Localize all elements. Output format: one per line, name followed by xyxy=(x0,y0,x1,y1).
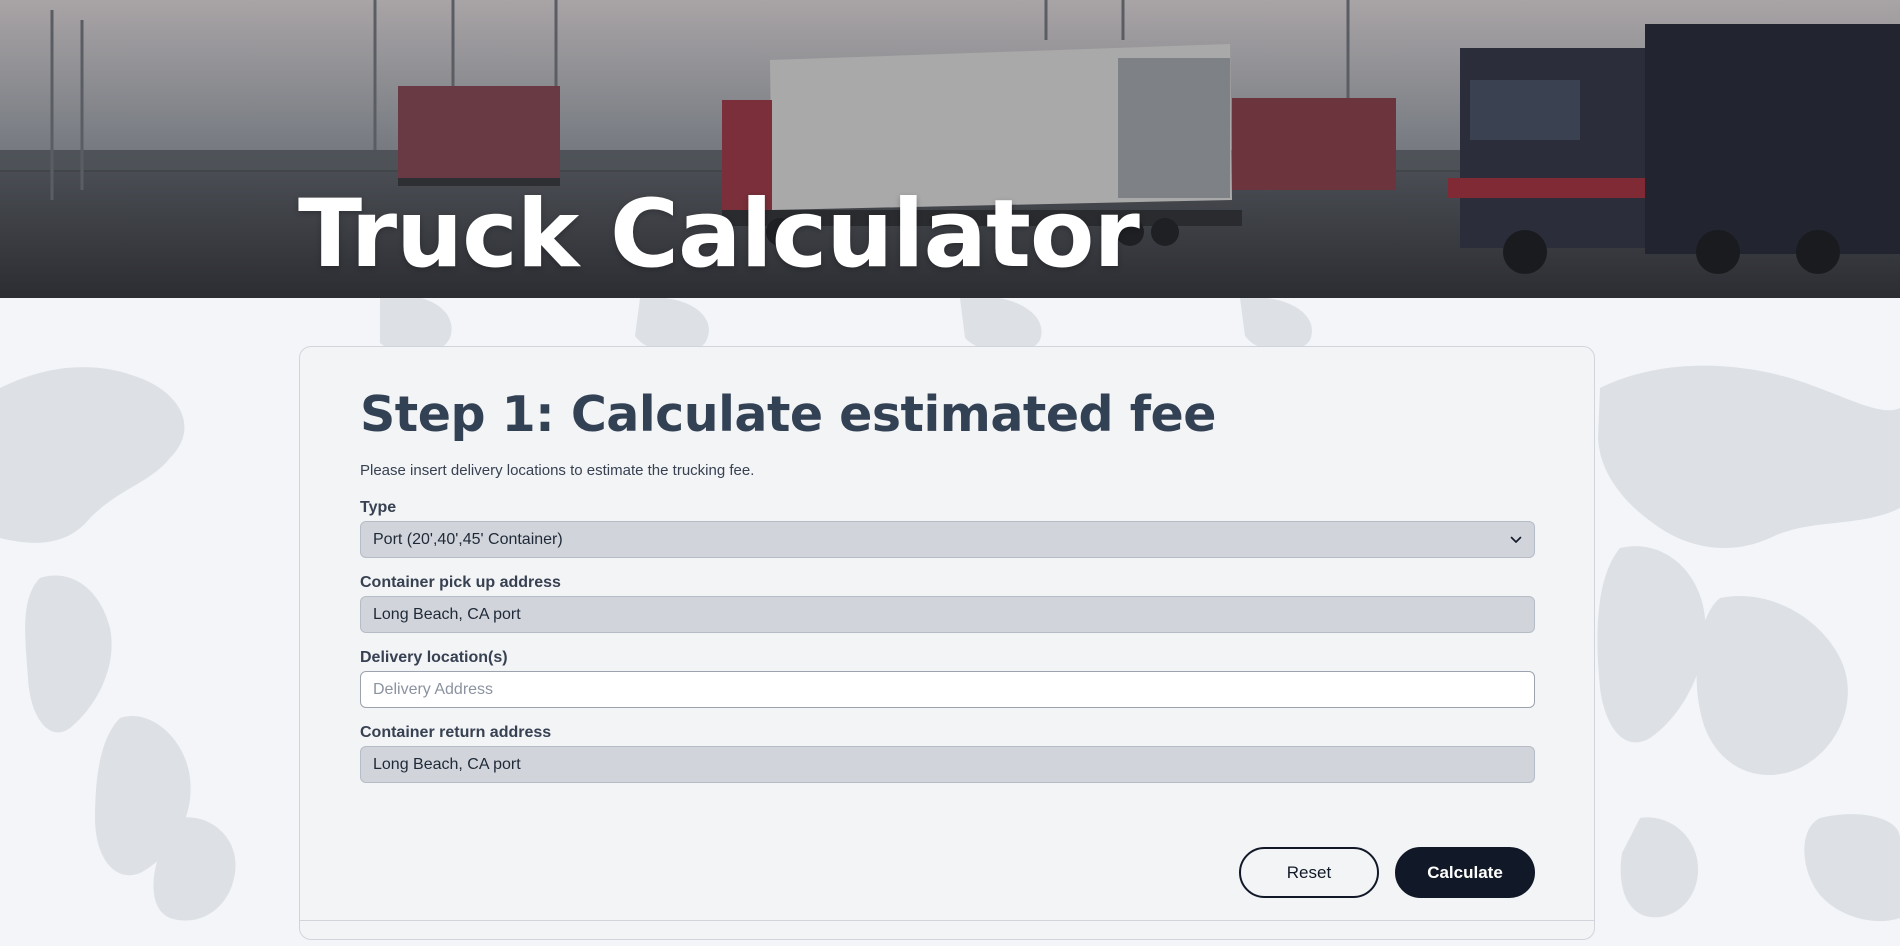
pickup-address-input[interactable] xyxy=(373,597,1522,633)
type-field: Type Port (20',40',45' Container) xyxy=(360,498,1535,558)
delivery-address-input[interactable] xyxy=(373,672,1522,708)
card-divider xyxy=(300,920,1594,921)
delivery-field: Delivery location(s) xyxy=(360,648,1535,708)
fee-calculator-card: Step 1: Calculate estimated fee Please i… xyxy=(299,346,1595,940)
type-selected-value: Port (20',40',45' Container) xyxy=(373,531,563,548)
delivery-address-input-wrapper xyxy=(360,671,1535,708)
type-select[interactable]: Port (20',40',45' Container) xyxy=(360,521,1535,558)
return-address-input[interactable] xyxy=(373,747,1522,783)
return-label: Container return address xyxy=(360,724,552,741)
type-label: Type xyxy=(360,499,397,516)
step-heading: Step 1: Calculate estimated fee xyxy=(360,386,1216,443)
page-title: Truck Calculator xyxy=(298,180,1140,289)
return-field: Container return address xyxy=(360,723,1535,783)
reset-button[interactable]: Reset xyxy=(1239,847,1379,898)
pickup-field: Container pick up address xyxy=(360,573,1535,633)
return-address-input-wrapper xyxy=(360,746,1535,783)
chevron-down-icon xyxy=(1510,536,1522,543)
hero-banner: Truck Calculator xyxy=(0,0,1900,298)
pickup-label: Container pick up address xyxy=(360,574,561,591)
form-actions: Reset Calculate xyxy=(1239,847,1535,898)
delivery-label: Delivery location(s) xyxy=(360,649,508,666)
calculate-button[interactable]: Calculate xyxy=(1395,847,1535,898)
step-subtitle: Please insert delivery locations to esti… xyxy=(360,462,755,479)
pickup-address-input-wrapper xyxy=(360,596,1535,633)
